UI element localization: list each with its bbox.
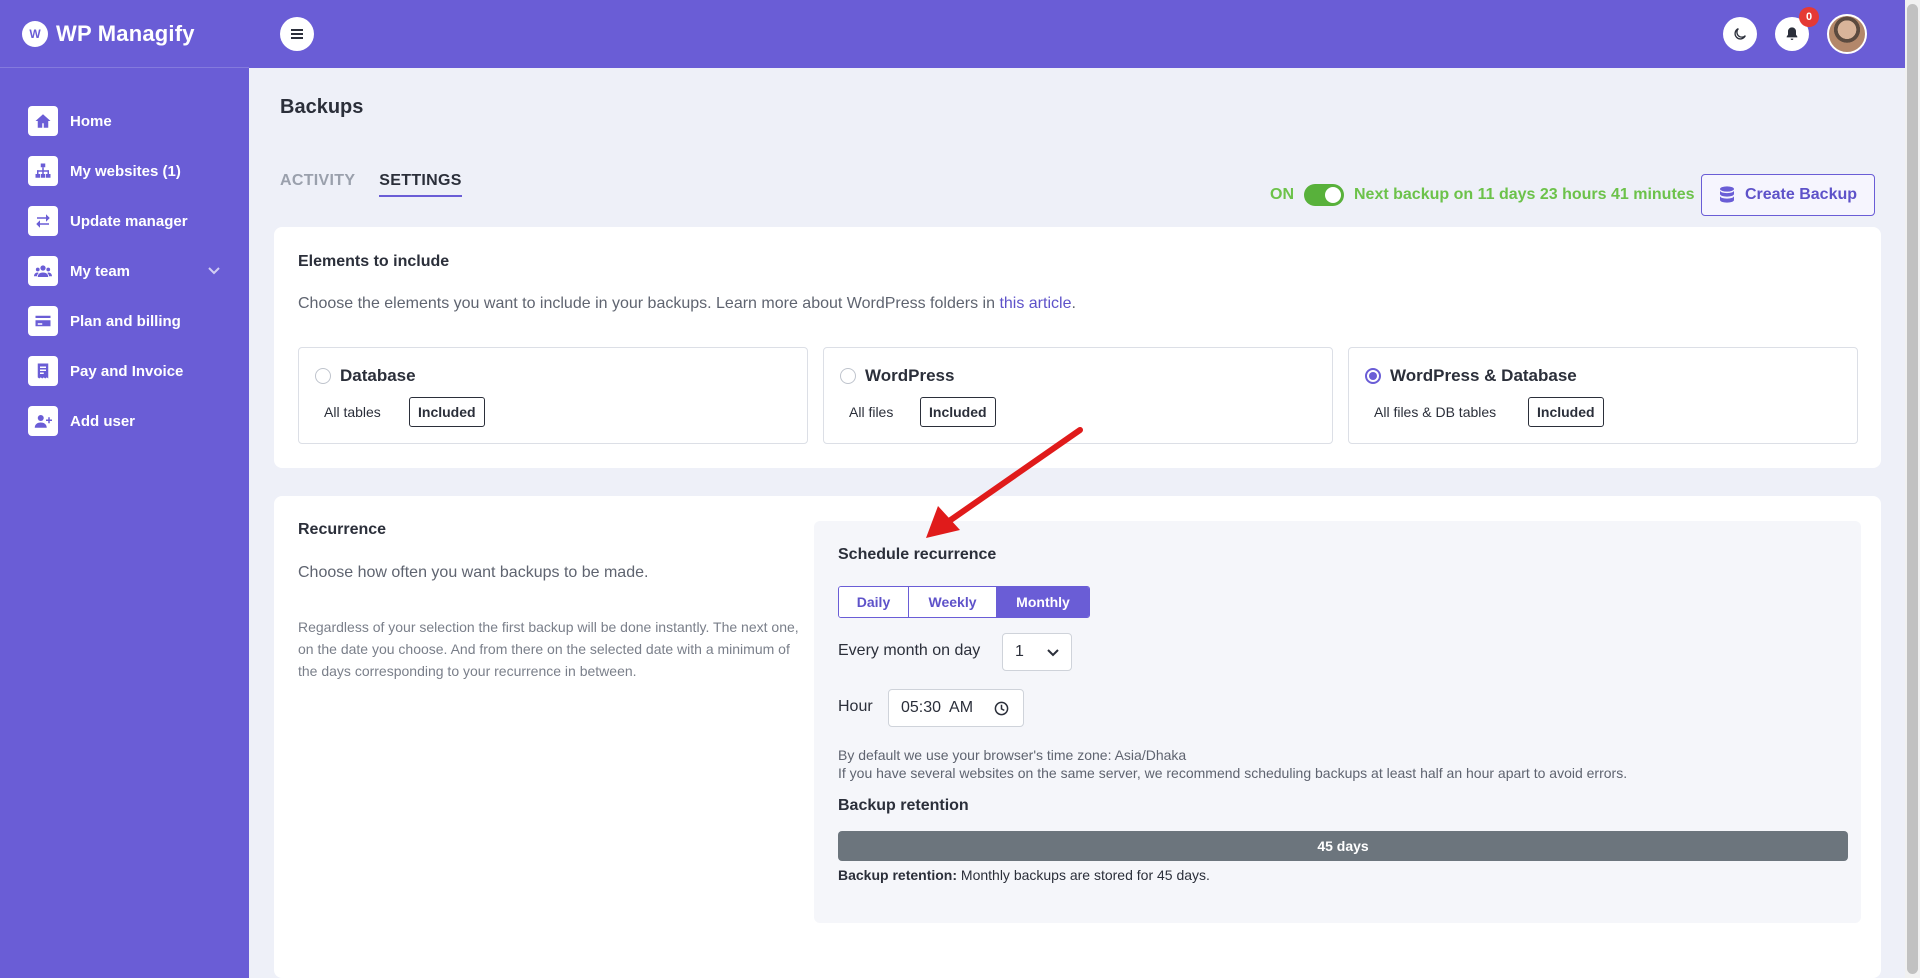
dark-mode-button[interactable] — [1723, 17, 1757, 51]
day-label: Every month on day — [838, 642, 981, 659]
option-title: WordPress — [865, 366, 955, 385]
create-backup-label: Create Backup — [1744, 186, 1858, 203]
day-value: 1 — [1015, 643, 1024, 660]
sidebar-item-label: My team — [70, 262, 131, 280]
recurrence-title: Recurrence — [298, 521, 387, 538]
recurrence-note: Regardless of your selection the first b… — [298, 619, 799, 679]
sidebar-item-my-team[interactable]: My team — [0, 246, 249, 296]
sidebar-nav: Home My websites (1) Update manager My t… — [0, 68, 249, 446]
elements-card: Elements to include Choose the elements … — [274, 227, 1881, 468]
sidebar-item-label: Pay and Invoice — [70, 362, 184, 380]
menu-toggle-button[interactable] — [280, 17, 314, 51]
timezone-hint: By default we use your browser's time zo… — [838, 747, 1187, 763]
notification-badge: 0 — [1799, 7, 1819, 27]
server-hint: If you have several websites on the same… — [838, 765, 1628, 781]
bell-icon — [1786, 27, 1798, 40]
create-backup-button[interactable]: Create Backup — [1701, 174, 1875, 216]
moon-icon — [1734, 28, 1746, 40]
radio-database[interactable] — [315, 368, 331, 384]
included-badge: Included — [920, 397, 996, 427]
notifications-button[interactable]: 0 — [1775, 7, 1819, 51]
sidebar-item-add-user[interactable]: Add user — [0, 396, 249, 446]
sidebar-item-label: Plan and billing — [70, 312, 181, 330]
arrows-exchange-icon — [28, 206, 58, 236]
tabs: ACTIVITY SETTINGS — [280, 172, 462, 197]
backup-toggle[interactable] — [1304, 184, 1344, 206]
option-wordpress-database[interactable]: WordPress & Database All files & DB tabl… — [1348, 347, 1858, 444]
frequency-weekly-button[interactable]: Weekly — [909, 587, 997, 617]
retention-note-text: Monthly backups are stored for 45 days. — [957, 867, 1210, 883]
option-title: WordPress & Database — [1390, 366, 1577, 385]
sidebar-item-label: Update manager — [70, 212, 188, 230]
schedule-title: Schedule recurrence — [838, 546, 997, 563]
elements-description-text: Choose the elements you want to include … — [298, 295, 995, 312]
topbar: 0 — [249, 0, 1905, 68]
retention-title: Backup retention — [838, 797, 969, 814]
brand-logo[interactable]: W WP Managify — [0, 0, 249, 68]
hour-value: 05:30 AM — [901, 699, 974, 716]
frequency-selector: Daily Weekly Monthly — [838, 586, 1090, 618]
option-subtitle: All files & DB tables — [1374, 404, 1497, 420]
hour-input[interactable]: 05:30 AM — [888, 689, 1024, 727]
database-icon — [1719, 186, 1734, 203]
receipt-icon — [28, 356, 58, 386]
scrollbar-thumb[interactable] — [1907, 4, 1918, 974]
status-on-label: ON — [1270, 186, 1294, 203]
elements-title: Elements to include — [298, 253, 450, 270]
home-icon — [28, 106, 58, 136]
option-subtitle: All files — [849, 404, 894, 420]
retention-value: 45 days — [1317, 838, 1369, 854]
option-subtitle: All tables — [324, 404, 381, 420]
sidebar: W WP Managify Home My websites (1) Updat… — [0, 0, 249, 978]
radio-wordpress[interactable] — [840, 368, 856, 384]
recurrence-card: Recurrence Choose how often you want bac… — [274, 496, 1881, 978]
option-title: Database — [340, 366, 416, 385]
sidebar-item-update-manager[interactable]: Update manager — [0, 196, 249, 246]
elements-description: Choose the elements you want to include … — [298, 295, 1076, 313]
sidebar-item-my-websites[interactable]: My websites (1) — [0, 146, 249, 196]
tab-activity[interactable]: ACTIVITY — [280, 172, 355, 197]
tab-settings[interactable]: SETTINGS — [379, 172, 462, 197]
day-select[interactable]: 1 — [1002, 633, 1072, 671]
user-plus-icon — [28, 406, 58, 436]
sidebar-item-pay-and-invoice[interactable]: Pay and Invoice — [0, 346, 249, 396]
avatar[interactable] — [1827, 14, 1867, 54]
backup-status: ON Next backup on 11 days 23 hours 41 mi… — [1270, 175, 1695, 215]
chevron-down-icon[interactable] — [207, 263, 221, 277]
clock-icon[interactable] — [994, 701, 1009, 716]
page-scrollbar[interactable] — [1905, 0, 1920, 978]
elements-description-suffix: . — [1071, 295, 1076, 312]
included-badge: Included — [1528, 397, 1604, 427]
sidebar-item-label: Add user — [70, 412, 136, 430]
sidebar-item-plan-and-billing[interactable]: Plan and billing — [0, 296, 249, 346]
recurrence-description: Choose how often you want backups to be … — [298, 564, 649, 581]
credit-card-icon — [28, 306, 58, 336]
brand-name: WP Managify — [56, 20, 195, 46]
option-wordpress[interactable]: WordPress All files Included — [823, 347, 1333, 444]
article-link[interactable]: this article — [999, 295, 1071, 312]
retention-note-label: Backup retention: — [838, 867, 958, 883]
hour-label: Hour — [838, 698, 873, 715]
team-icon — [28, 256, 58, 286]
next-backup-text: Next backup on 11 days 23 hours 41 minut… — [1354, 186, 1695, 203]
retention-note: Backup retention: Monthly backups are st… — [838, 867, 1210, 883]
included-badge: Included — [409, 397, 485, 427]
sitemap-icon — [28, 156, 58, 186]
sidebar-item-label: Home — [70, 112, 112, 130]
frequency-daily-button[interactable]: Daily — [839, 587, 909, 617]
chevron-down-icon — [1047, 649, 1059, 657]
hamburger-icon — [291, 29, 303, 39]
sidebar-item-home[interactable]: Home — [0, 96, 249, 146]
frequency-monthly-button[interactable]: Monthly — [997, 587, 1089, 617]
logo-mark-icon: W — [22, 20, 48, 47]
sidebar-item-label: My websites (1) — [70, 162, 181, 180]
schedule-panel: Schedule recurrence Daily Weekly Monthly… — [814, 521, 1861, 923]
page-title: Backups — [280, 96, 364, 118]
option-database[interactable]: Database All tables Included — [298, 347, 808, 444]
radio-wordpress-database[interactable] — [1365, 368, 1381, 384]
retention-bar[interactable]: 45 days — [838, 831, 1848, 861]
